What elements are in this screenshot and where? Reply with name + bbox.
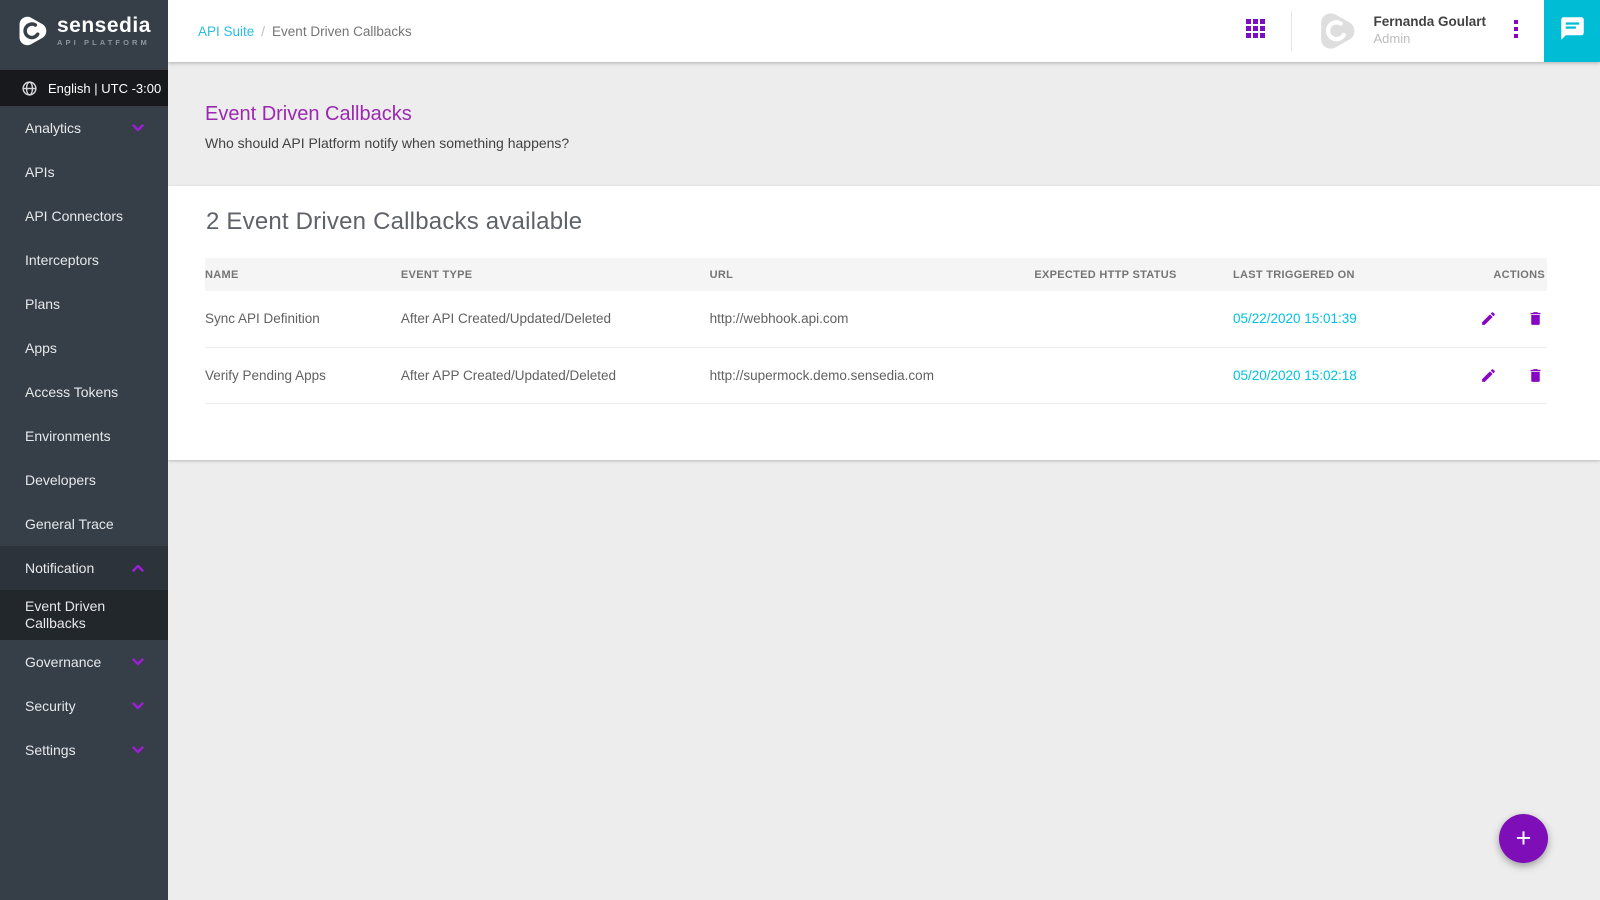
- sidebar-item-api-connectors[interactable]: API Connectors: [0, 194, 168, 238]
- pencil-icon: [1480, 367, 1497, 384]
- column-header-name: NAME: [205, 258, 401, 291]
- delete-button[interactable]: [1524, 307, 1547, 330]
- sidebar-item-general-trace[interactable]: General Trace: [0, 502, 168, 546]
- sidebar-item-analytics[interactable]: Analytics: [0, 106, 168, 150]
- language-label: English | UTC -3:00: [48, 81, 161, 96]
- brand-name: sensedia: [57, 15, 151, 36]
- apps-grid-icon: [1246, 19, 1265, 43]
- breadcrumb-current: Event Driven Callbacks: [272, 24, 412, 39]
- column-header-expected-http-status: EXPECTED HTTP STATUS: [1034, 258, 1233, 291]
- kebab-icon: [1514, 20, 1518, 43]
- cell-expected-http-status: [1034, 291, 1233, 347]
- cell-last-triggered-on: 05/22/2020 15:01:39: [1233, 291, 1469, 347]
- sidebar-item-notification[interactable]: Notification: [0, 546, 168, 590]
- trash-icon: [1527, 367, 1544, 384]
- user-info: Fernanda Goulart Admin: [1373, 14, 1486, 47]
- avatar[interactable]: [1313, 8, 1359, 54]
- sidebar-item-developers[interactable]: Developers: [0, 458, 168, 502]
- sidebar-item-security[interactable]: Security: [0, 684, 168, 728]
- breadcrumb: API Suite / Event Driven Callbacks: [198, 24, 1238, 39]
- chat-icon: [1559, 15, 1586, 47]
- chevron-down-icon: [132, 124, 144, 132]
- table-header-row: NAME EVENT TYPE URL EXPECTED HTTP STATUS…: [205, 258, 1547, 291]
- user-name: Fernanda Goulart: [1373, 14, 1486, 31]
- sidebar: sensedia API PLATFORM English | UTC -3:0…: [0, 0, 168, 900]
- cell-url: http://supermock.demo.sensedia.com: [710, 347, 1035, 403]
- page-header: Event Driven Callbacks Who should API Pl…: [168, 62, 1600, 186]
- page-title: Event Driven Callbacks: [205, 103, 1560, 126]
- user-role: Admin: [1373, 31, 1486, 47]
- globe-icon: [21, 80, 38, 97]
- sidebar-menu: Analytics APIs API Connectors Intercepto…: [0, 106, 168, 772]
- chevron-up-icon: [132, 564, 144, 572]
- sidebar-item-event-driven-callbacks[interactable]: Event Driven Callbacks: [0, 590, 168, 640]
- cell-last-triggered-on: 05/20/2020 15:02:18: [1233, 347, 1469, 403]
- pencil-icon: [1480, 310, 1497, 327]
- chevron-down-icon: [132, 702, 144, 710]
- delete-button[interactable]: [1524, 364, 1547, 387]
- user-menu-button[interactable]: [1504, 14, 1528, 49]
- chevron-down-icon: [132, 658, 144, 666]
- column-header-last-triggered-on: LAST TRIGGERED ON: [1233, 258, 1469, 291]
- section-title: 2 Event Driven Callbacks available: [206, 208, 1547, 236]
- sidebar-item-environments[interactable]: Environments: [0, 414, 168, 458]
- brand-tagline: API PLATFORM: [57, 39, 151, 47]
- topbar: API Suite / Event Driven Callbacks Ferna…: [168, 0, 1600, 62]
- cell-name: Verify Pending Apps: [205, 347, 401, 403]
- cell-event-type: After APP Created/Updated/Deleted: [401, 347, 710, 403]
- main-content: Event Driven Callbacks Who should API Pl…: [168, 62, 1600, 900]
- breadcrumb-separator: /: [261, 24, 265, 39]
- topbar-divider: [1291, 11, 1292, 51]
- column-header-actions: ACTIONS: [1469, 258, 1547, 291]
- edit-button[interactable]: [1477, 364, 1500, 387]
- chevron-down-icon: [132, 746, 144, 754]
- breadcrumb-api-suite[interactable]: API Suite: [198, 24, 254, 39]
- apps-grid-button[interactable]: [1238, 11, 1273, 51]
- cell-name: Sync API Definition: [205, 291, 401, 347]
- table-row: Sync API Definition After API Created/Up…: [205, 291, 1547, 347]
- column-header-event-type: EVENT TYPE: [401, 258, 710, 291]
- chat-support-button[interactable]: [1544, 0, 1600, 62]
- cell-expected-http-status: [1034, 347, 1233, 403]
- table-row: Verify Pending Apps After APP Created/Up…: [205, 347, 1547, 403]
- cell-url: http://webhook.api.com: [710, 291, 1035, 347]
- sidebar-item-plans[interactable]: Plans: [0, 282, 168, 326]
- trash-icon: [1527, 310, 1544, 327]
- cell-event-type: After API Created/Updated/Deleted: [401, 291, 710, 347]
- sensedia-pick-icon: [13, 13, 50, 49]
- sidebar-item-interceptors[interactable]: Interceptors: [0, 238, 168, 282]
- sidebar-item-apps[interactable]: Apps: [0, 326, 168, 370]
- column-header-url: URL: [710, 258, 1035, 291]
- sidebar-item-apis[interactable]: APIs: [0, 150, 168, 194]
- sidebar-item-access-tokens[interactable]: Access Tokens: [0, 370, 168, 414]
- sidebar-item-governance[interactable]: Governance: [0, 640, 168, 684]
- brand-logo[interactable]: sensedia API PLATFORM: [0, 0, 168, 62]
- language-selector[interactable]: English | UTC -3:00: [0, 70, 168, 106]
- callbacks-table: NAME EVENT TYPE URL EXPECTED HTTP STATUS…: [205, 258, 1547, 404]
- page-subtitle: Who should API Platform notify when some…: [205, 135, 1560, 151]
- callbacks-panel: 2 Event Driven Callbacks available NAME …: [168, 186, 1600, 460]
- add-callback-button[interactable]: +: [1499, 814, 1548, 863]
- edit-button[interactable]: [1477, 307, 1500, 330]
- sidebar-item-settings[interactable]: Settings: [0, 728, 168, 772]
